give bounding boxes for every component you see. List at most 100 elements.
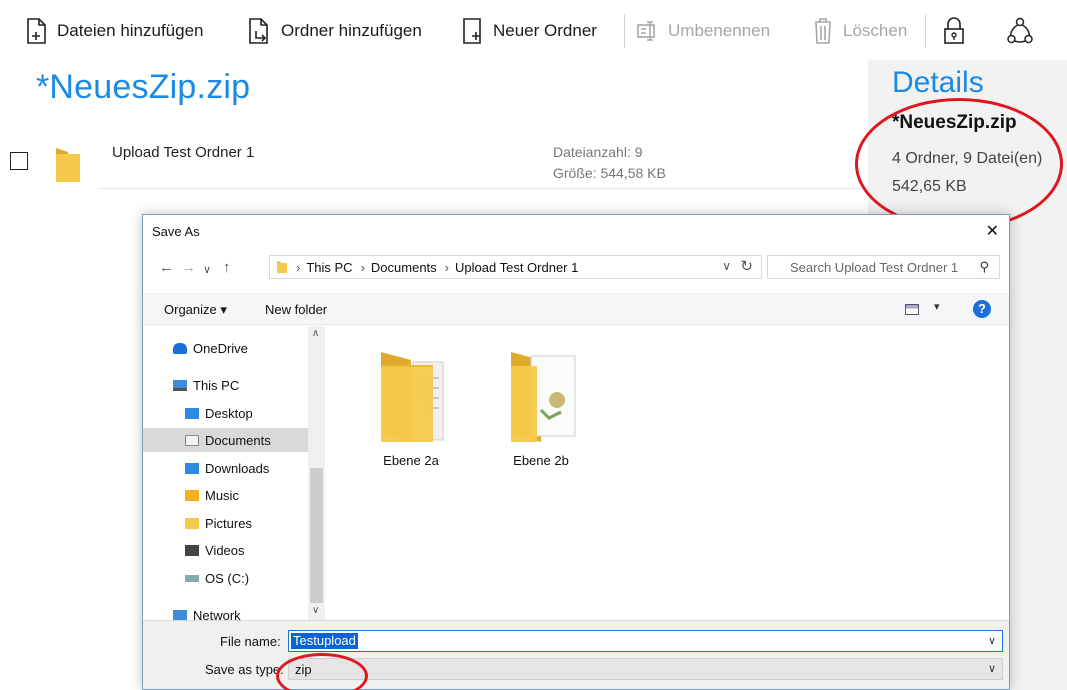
refresh-icon[interactable]: ↻ <box>740 257 753 275</box>
chevron-down-icon[interactable]: ∨ <box>988 634 996 647</box>
breadcrumb-documents[interactable]: Documents <box>371 260 437 275</box>
close-button[interactable]: ✕ <box>986 221 999 241</box>
address-dropdown-icon[interactable]: ∨ <box>722 259 731 273</box>
nav-item-label: Music <box>205 487 239 503</box>
file-name: Ebene 2a <box>383 453 439 468</box>
help-icon[interactable]: ? <box>973 300 991 318</box>
change-view-icon[interactable] <box>905 304 919 315</box>
nav-item-label: Downloads <box>205 460 270 476</box>
share-button[interactable] <box>1007 14 1033 48</box>
add-file-icon <box>27 18 46 44</box>
details-title: Details <box>892 66 984 99</box>
new-folder-button[interactable]: New folder <box>265 302 327 317</box>
rename-icon <box>637 21 655 41</box>
search-icon: ⚲ <box>979 259 989 274</box>
nav-item-pictures[interactable]: Pictures <box>185 511 252 535</box>
network-icon <box>173 609 187 621</box>
new-folder-label: Neuer Ordner <box>493 21 597 40</box>
save-type-label: Save as type: <box>205 662 284 677</box>
row-file-count: Dateianzahl: 9 <box>553 144 643 160</box>
nav-item-desktop[interactable]: Desktop <box>185 401 253 425</box>
file-name-label: File name: <box>220 634 281 649</box>
file-name-field[interactable]: Testupload ∨ <box>288 630 1003 652</box>
add-files-button[interactable]: Dateien hinzufügen <box>26 14 204 48</box>
scrollbar-thumb[interactable] <box>310 468 323 603</box>
delete-button[interactable]: Löschen <box>812 14 907 48</box>
scroll-up-icon[interactable]: ∧ <box>312 328 319 339</box>
nav-item-music[interactable]: Music <box>185 483 239 507</box>
up-arrow-icon[interactable]: ↑ <box>223 259 231 276</box>
rename-button[interactable]: Umbenennen <box>637 14 770 48</box>
nav-item-label: OneDrive <box>193 340 248 356</box>
folder-icon <box>511 352 576 442</box>
details-archive-name: *NeuesZip.zip <box>892 112 1017 133</box>
save-type-value: zip <box>295 662 312 677</box>
nav-item-os-c[interactable]: OS (C:) <box>185 566 249 590</box>
list-item[interactable]: Ebene 2b <box>486 348 596 468</box>
file-list: Ebene 2a Ebene 2b <box>326 326 1009 620</box>
save-type-select[interactable]: zip ∨ <box>288 658 1003 680</box>
new-folder-button[interactable]: Neuer Ordner <box>462 14 597 48</box>
delete-label: Löschen <box>843 21 908 40</box>
nav-scrollbar[interactable]: ∧ ∨ <box>308 326 325 620</box>
videos-icon <box>185 544 199 556</box>
file-name: Ebene 2b <box>513 453 569 468</box>
forward-arrow-icon[interactable]: → <box>181 259 196 276</box>
desktop-icon <box>185 407 199 419</box>
add-files-label: Dateien hinzufügen <box>57 21 204 40</box>
new-folder-icon <box>463 18 481 44</box>
organize-button[interactable]: Organize ▾ <box>164 302 227 318</box>
add-folder-icon <box>249 18 268 44</box>
dialog-title: Save As <box>152 224 200 239</box>
breadcrumb-this-pc[interactable]: This PC <box>306 260 352 275</box>
scroll-down-icon[interactable]: ∨ <box>312 605 319 616</box>
nav-item-downloads[interactable]: Downloads <box>185 456 269 480</box>
main-toolbar: Dateien hinzufügen Ordner hinzufügen Neu… <box>0 0 1067 62</box>
folder-icon <box>381 352 444 442</box>
breadcrumb-separator-icon: › <box>360 259 365 275</box>
search-placeholder: Search Upload Test Ordner 1 <box>790 260 959 275</box>
drive-icon <box>185 574 199 582</box>
breadcrumb-separator-icon: › <box>296 259 301 275</box>
nav-item-videos[interactable]: Videos <box>185 538 245 562</box>
rename-label: Umbenennen <box>668 21 771 40</box>
toolbar-divider <box>925 14 926 48</box>
save-as-dialog: Save As ✕ ← → ∨ ↑ › This PC › Documents … <box>142 214 1010 690</box>
nav-item-label: Documents <box>205 432 271 448</box>
nav-item-label: This PC <box>193 377 240 393</box>
nav-item-this-pc[interactable]: This PC <box>173 373 239 397</box>
command-bar: Organize ▾ New folder ▾ ? <box>143 293 1009 325</box>
music-icon <box>185 489 199 501</box>
computer-icon <box>173 379 187 391</box>
add-folder-button[interactable]: Ordner hinzufügen <box>248 14 422 48</box>
archive-title: *NeuesZip.zip <box>36 68 251 106</box>
row-file-size: Größe: 544,58 KB <box>553 165 666 181</box>
table-row[interactable]: Upload Test Ordner 1 Dateianzahl: 9 Größ… <box>0 132 860 192</box>
lock-icon <box>944 17 964 44</box>
nav-item-label: OS (C:) <box>205 570 250 586</box>
nav-item-label: Videos <box>205 542 245 558</box>
view-dropdown-icon[interactable]: ▾ <box>934 300 940 313</box>
toolbar-divider <box>624 14 625 48</box>
nav-item-documents[interactable]: Documents <box>143 428 308 452</box>
recent-locations-chevron-icon[interactable]: ∨ <box>203 263 211 276</box>
navigation-pane: OneDrive This PC Desktop Documents Downl… <box>143 326 325 623</box>
breadcrumb-separator-icon: › <box>444 259 450 275</box>
downloads-icon <box>185 462 199 474</box>
back-arrow-icon[interactable]: ← <box>159 259 174 276</box>
row-folder-name: Upload Test Ordner 1 <box>112 144 255 161</box>
add-folder-label: Ordner hinzufügen <box>281 21 422 40</box>
details-size: 542,65 KB <box>892 178 967 195</box>
chevron-down-icon[interactable]: ∨ <box>988 662 996 675</box>
details-contents: 4 Ordner, 9 Datei(en) <box>892 150 1043 167</box>
breadcrumb-upload-test-ordner[interactable]: Upload Test Ordner 1 <box>455 260 578 275</box>
list-item[interactable]: Ebene 2a <box>356 348 466 468</box>
pictures-icon <box>185 517 199 529</box>
nav-item-onedrive[interactable]: OneDrive <box>173 336 248 360</box>
row-checkbox[interactable] <box>10 152 28 170</box>
encrypt-button[interactable] <box>943 14 965 48</box>
address-bar[interactable]: › This PC › Documents › Upload Test Ordn… <box>269 255 762 279</box>
row-divider <box>100 188 860 189</box>
documents-icon <box>185 434 199 446</box>
search-input[interactable]: Search Upload Test Ordner 1 ⚲ <box>767 255 1000 279</box>
